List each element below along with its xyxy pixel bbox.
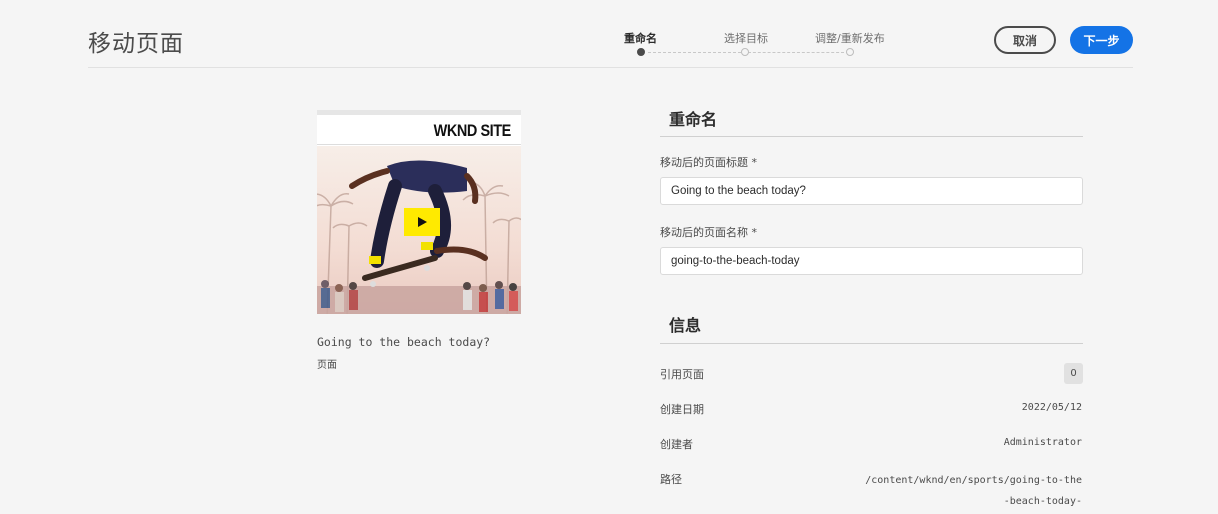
rename-heading: 重命名 bbox=[669, 110, 718, 129]
path-label: 路径 bbox=[660, 473, 682, 486]
header-bar: 移动页面 重命名 选择目标 调整/重新发布 取消 下一步 bbox=[88, 0, 1133, 68]
wknd-logo: WKND SITE bbox=[433, 121, 512, 140]
step-rename-dot bbox=[637, 48, 645, 56]
page-name-input[interactable] bbox=[660, 247, 1083, 275]
rename-divider bbox=[660, 136, 1083, 137]
card-type: 页面 bbox=[317, 360, 337, 371]
info-divider bbox=[660, 343, 1083, 344]
page-name-label: 移动后的页面名称 * bbox=[660, 226, 757, 239]
creator-label: 创建者 bbox=[660, 438, 693, 451]
step-select-target-label: 选择目标 bbox=[724, 32, 768, 45]
step-connector-2 bbox=[748, 52, 844, 53]
next-button[interactable]: 下一步 bbox=[1070, 26, 1133, 54]
card-title: Going to the beach today? bbox=[317, 335, 491, 349]
path-value: /content/wknd/en/sports/going-to-the-bea… bbox=[865, 475, 1082, 507]
info-heading: 信息 bbox=[669, 316, 702, 335]
play-icon bbox=[418, 217, 427, 227]
created-date-value: 2022/05/12 bbox=[1021, 402, 1082, 413]
wizard-steps: 重命名 选择目标 调整/重新发布 bbox=[536, 0, 885, 68]
page-thumbnail: WKND SITE bbox=[317, 110, 521, 314]
created-date-label: 创建日期 bbox=[660, 403, 704, 416]
step-select-target-dot bbox=[741, 48, 749, 56]
step-adjust-republish-label: 调整/重新发布 bbox=[815, 32, 885, 45]
page-title: 移动页面 bbox=[88, 31, 184, 57]
page-title-label: 移动后的页面标题 * bbox=[660, 156, 757, 169]
cancel-button[interactable]: 取消 bbox=[994, 26, 1056, 54]
video-play-button bbox=[404, 208, 440, 236]
creator-value: Administrator bbox=[1003, 437, 1082, 448]
step-adjust-republish-dot bbox=[846, 48, 854, 56]
step-rename-label: 重命名 bbox=[624, 32, 657, 45]
thumbnail-header: WKND SITE bbox=[317, 115, 521, 145]
references-count-badge[interactable]: 0 bbox=[1064, 363, 1083, 384]
page-title-input[interactable] bbox=[660, 177, 1083, 205]
step-connector-1 bbox=[648, 52, 741, 53]
references-label: 引用页面 bbox=[660, 368, 704, 381]
